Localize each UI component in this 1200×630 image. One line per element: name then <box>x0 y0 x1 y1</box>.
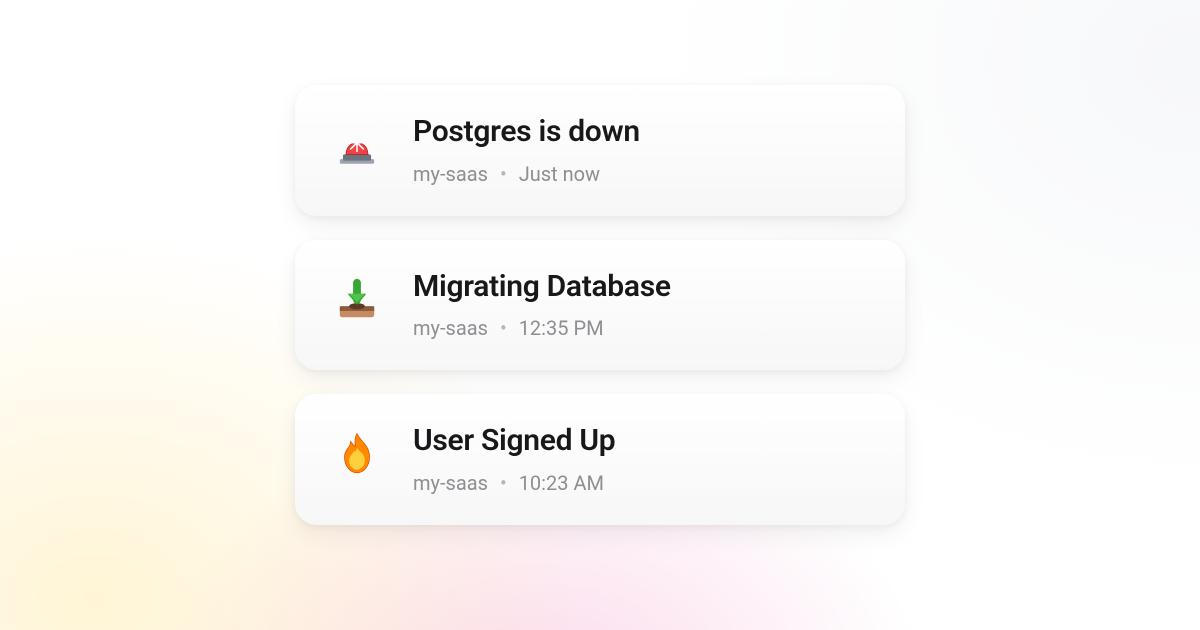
notification-body: Postgres is down my-saas • Just now <box>413 115 640 184</box>
notification-project: my-saas <box>413 164 488 184</box>
meta-separator: • <box>500 473 507 493</box>
notification-body: Migrating Database my-saas • 12:35 PM <box>413 270 671 339</box>
notification-title: User Signed Up <box>413 424 615 459</box>
meta-separator: • <box>500 164 507 184</box>
fire-icon <box>329 426 385 482</box>
notification-title: Postgres is down <box>413 115 640 150</box>
notification-meta: my-saas • 10:23 AM <box>413 473 615 493</box>
notification-card[interactable]: Migrating Database my-saas • 12:35 PM <box>295 240 905 371</box>
notification-card[interactable]: User Signed Up my-saas • 10:23 AM <box>295 394 905 525</box>
meta-separator: • <box>500 318 507 338</box>
siren-icon <box>329 117 385 173</box>
notification-title: Migrating Database <box>413 270 671 305</box>
download-tray-icon <box>329 272 385 328</box>
notification-body: User Signed Up my-saas • 10:23 AM <box>413 424 615 493</box>
notification-meta: my-saas • 12:35 PM <box>413 318 671 338</box>
notification-time: Just now <box>519 164 600 184</box>
notification-meta: my-saas • Just now <box>413 164 640 184</box>
notification-time: 10:23 AM <box>519 473 604 493</box>
notification-project: my-saas <box>413 318 488 338</box>
notification-list: Postgres is down my-saas • Just now Migr… <box>295 85 905 525</box>
notification-time: 12:35 PM <box>519 318 604 338</box>
notification-project: my-saas <box>413 473 488 493</box>
notification-card[interactable]: Postgres is down my-saas • Just now <box>295 85 905 216</box>
